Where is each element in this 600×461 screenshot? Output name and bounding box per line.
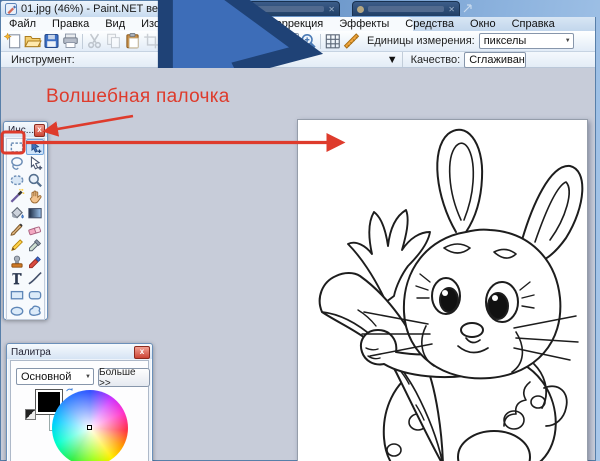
tab-close-icon[interactable]: ✕: [448, 5, 455, 14]
toolbar-label: Единицы измерения:: [367, 35, 475, 47]
more-button[interactable]: Больше >>: [98, 368, 150, 387]
tool-ellipse[interactable]: [8, 303, 26, 319]
tool-rounded-rectangle[interactable]: [26, 287, 44, 303]
canvas-surface[interactable]: [297, 119, 588, 461]
color-wheel[interactable]: [52, 390, 128, 461]
tools-grid: [6, 138, 45, 320]
menu-item[interactable]: Файл: [1, 17, 44, 31]
tools-window-titlebar[interactable]: Инс... x: [4, 122, 47, 137]
color-mode-combobox[interactable]: Основной ▼: [16, 368, 94, 385]
tool-gradient[interactable]: [26, 205, 44, 221]
tool-rectangle-select[interactable]: [8, 139, 26, 155]
tool-lasso-select[interactable]: [8, 155, 26, 171]
tool-pencil[interactable]: [8, 237, 26, 253]
open-folder-icon[interactable]: [23, 32, 42, 50]
new-tab-icon[interactable]: [463, 3, 473, 13]
color-wheel-marker: [87, 425, 92, 430]
tool-magic-wand[interactable]: [8, 188, 26, 204]
quality-combobox[interactable]: Сглаживан... ▼: [464, 52, 526, 68]
tool-paintbrush[interactable]: [8, 221, 26, 237]
tool-clone-stamp[interactable]: [8, 254, 26, 270]
menu-item[interactable]: Окно: [462, 17, 504, 31]
tool-option-label: Инструмент:: [11, 54, 75, 66]
print-icon[interactable]: [61, 32, 80, 50]
paintnet-window: ФайлПравкаВидИзображениеСлоиКоррекцияЭфф…: [0, 17, 596, 461]
palette-body: Основной ▼ Больше >> ▼: [10, 360, 149, 461]
annotation-label: Волшебная палочка: [46, 86, 230, 108]
menu-item[interactable]: Средства: [397, 17, 462, 31]
workspace: Инс... x Палитра x Основной ▼ Больше >>: [1, 68, 595, 460]
close-icon[interactable]: x: [134, 346, 150, 359]
tool-text[interactable]: [8, 270, 26, 286]
tools-window-title: Инс...: [8, 125, 34, 136]
default-colors-icon[interactable]: [25, 409, 36, 420]
tool-zoom[interactable]: [26, 172, 44, 188]
save-icon[interactable]: [42, 32, 61, 50]
tool-paint-bucket[interactable]: [8, 205, 26, 221]
tool-move-selected-pixels[interactable]: [26, 139, 44, 155]
tool-color-picker[interactable]: [26, 237, 44, 253]
tool-dropdown-arrow[interactable]: ▼: [383, 52, 400, 68]
toolbar-combobox[interactable]: пикселы▼: [479, 33, 574, 49]
tool-recolor[interactable]: [26, 254, 44, 270]
tool-ellipse-select[interactable]: [8, 172, 26, 188]
tool-rectangle[interactable]: [8, 287, 26, 303]
palette-window-titlebar[interactable]: Палитра x: [7, 344, 152, 359]
chevron-down-icon: ▼: [82, 374, 91, 380]
new-file-icon[interactable]: [4, 32, 23, 50]
quality-label: Качество:: [411, 54, 461, 66]
tool-eraser[interactable]: [26, 221, 44, 237]
palette-window-title: Палитра: [11, 347, 51, 358]
canvas-image-rabbit: [298, 120, 587, 461]
close-icon[interactable]: x: [34, 124, 45, 137]
tool-move-selection[interactable]: [26, 155, 44, 171]
chevron-down-icon: ▼: [562, 38, 571, 44]
tool-pan[interactable]: [26, 188, 44, 204]
palette-window: Палитра x Основной ▼ Больше >>: [6, 343, 153, 461]
tool-freeform-shape[interactable]: [26, 303, 44, 319]
tools-window: Инс... x: [3, 121, 48, 320]
screen: ✕ ✕ 01.jpg (46%) - Paint.NET версия 3.5.…: [0, 0, 600, 461]
tool-options-bar: Инструмент: ▼ Качество: Сглаживан... ▼: [1, 52, 595, 68]
tool-line-curve[interactable]: [26, 270, 44, 286]
paintnet-app-icon: [5, 3, 17, 15]
menu-item[interactable]: Справка: [504, 17, 563, 31]
